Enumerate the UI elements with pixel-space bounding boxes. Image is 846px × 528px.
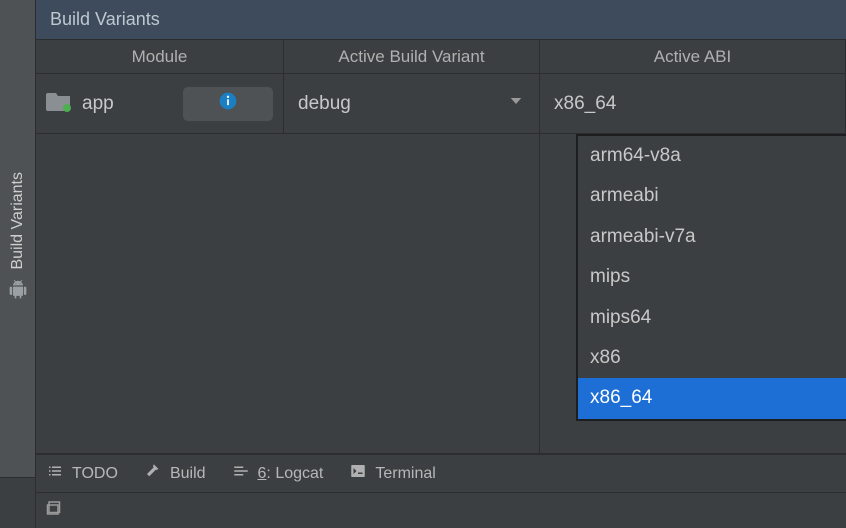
variant-value: debug <box>298 93 499 115</box>
minimize-button[interactable] <box>804 6 832 34</box>
hammer-icon <box>144 462 162 485</box>
tool-todo[interactable]: TODO <box>46 462 118 485</box>
abi-option[interactable]: mips <box>578 257 846 297</box>
abi-option[interactable]: armeabi <box>578 176 846 216</box>
cell-variant[interactable]: debug <box>284 74 540 133</box>
column-headers: Module Active Build Variant Active ABI <box>36 40 846 74</box>
sidebar-tab-build-variants[interactable]: Build Variants <box>0 0 35 478</box>
cell-module[interactable]: app <box>36 74 284 133</box>
window-icon[interactable] <box>46 499 64 522</box>
left-tool-strip: Build Variants <box>0 0 36 528</box>
abi-option[interactable]: x86_64 <box>578 378 846 418</box>
abi-value: x86_64 <box>554 93 616 115</box>
module-info-badge[interactable] <box>183 87 273 121</box>
abi-option[interactable]: armeabi-v7a <box>578 217 846 257</box>
tool-build-label: Build <box>170 465 206 483</box>
panel-body-left <box>36 134 540 453</box>
table-row: app debug x86_64 <box>36 74 846 134</box>
android-icon <box>8 280 28 305</box>
tool-logcat[interactable]: 6: Logcat <box>232 462 324 485</box>
tool-todo-label: TODO <box>72 465 118 483</box>
bottom-tool-strip: TODO Build 6: Logcat Terminal <box>36 454 846 492</box>
abi-dropdown[interactable]: arm64-v8aarmeabiarmeabi-v7amipsmips64x86… <box>576 134 846 421</box>
panel-title: Build Variants <box>50 9 160 30</box>
abi-option[interactable]: arm64-v8a <box>578 136 846 176</box>
tool-terminal[interactable]: Terminal <box>349 462 435 485</box>
logcat-icon <box>232 462 250 485</box>
tool-terminal-label: Terminal <box>375 465 435 483</box>
sidebar-tab-label: Build Variants <box>9 172 27 270</box>
panel-title-bar: Build Variants <box>36 0 846 40</box>
cell-abi[interactable]: x86_64 <box>540 74 846 133</box>
chevron-down-icon <box>507 92 525 115</box>
column-header-module[interactable]: Module <box>36 40 284 73</box>
column-header-variant[interactable]: Active Build Variant <box>284 40 540 73</box>
list-icon <box>46 462 64 485</box>
module-name: app <box>82 93 114 115</box>
module-folder-icon <box>46 90 72 117</box>
settings-button[interactable] <box>772 6 800 34</box>
abi-option[interactable]: x86 <box>578 338 846 378</box>
statusbar <box>36 492 846 528</box>
abi-option[interactable]: mips64 <box>578 298 846 338</box>
sidebar-bottom-spacer <box>0 478 35 528</box>
column-header-abi[interactable]: Active ABI <box>540 40 846 73</box>
tool-build[interactable]: Build <box>144 462 206 485</box>
terminal-icon <box>349 462 367 485</box>
tool-logcat-label: 6: Logcat <box>258 465 324 483</box>
info-icon <box>218 91 238 116</box>
